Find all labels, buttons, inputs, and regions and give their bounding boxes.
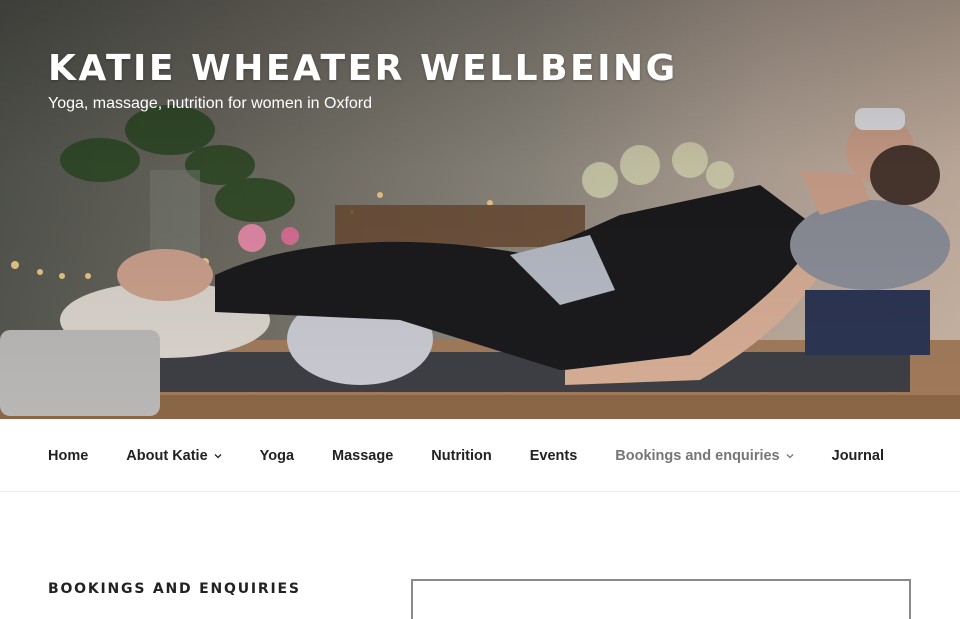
- nav-item-about-katie[interactable]: About Katie: [126, 448, 222, 464]
- header-hero: KATIE WHEATER WELLBEING Yoga, massage, n…: [0, 0, 960, 419]
- booking-embed-frame[interactable]: [411, 579, 911, 619]
- nav-item-label[interactable]: About Katie: [126, 448, 207, 464]
- nav-item-label[interactable]: Massage: [332, 448, 393, 464]
- nav-item-nutrition[interactable]: Nutrition: [431, 448, 491, 464]
- nav-item-yoga[interactable]: Yoga: [260, 448, 294, 464]
- chevron-down-icon[interactable]: [786, 452, 794, 460]
- nav-item-massage[interactable]: Massage: [332, 448, 393, 464]
- main-navigation: Home About Katie Yoga Massage Nutrition …: [0, 419, 960, 492]
- nav-item-journal[interactable]: Journal: [832, 448, 884, 464]
- nav-item-bookings-and-enquiries[interactable]: Bookings and enquiries: [615, 448, 794, 464]
- nav-item-label[interactable]: Yoga: [260, 448, 294, 464]
- site-title[interactable]: KATIE WHEATER WELLBEING: [48, 48, 678, 89]
- nav-item-label[interactable]: Home: [48, 448, 88, 464]
- nav-item-label[interactable]: Nutrition: [431, 448, 491, 464]
- page-title: BOOKINGS AND ENQUIRIES: [48, 581, 301, 597]
- nav-item-label[interactable]: Bookings and enquiries: [615, 448, 779, 464]
- main-content: BOOKINGS AND ENQUIRIES: [0, 492, 960, 619]
- nav-item-events[interactable]: Events: [530, 448, 578, 464]
- nav-item-label[interactable]: Events: [530, 448, 578, 464]
- nav-item-home[interactable]: Home: [48, 448, 88, 464]
- site-tagline: Yoga, massage, nutrition for women in Ox…: [48, 95, 373, 112]
- chevron-down-icon[interactable]: [214, 452, 222, 460]
- nav-item-label[interactable]: Journal: [832, 448, 884, 464]
